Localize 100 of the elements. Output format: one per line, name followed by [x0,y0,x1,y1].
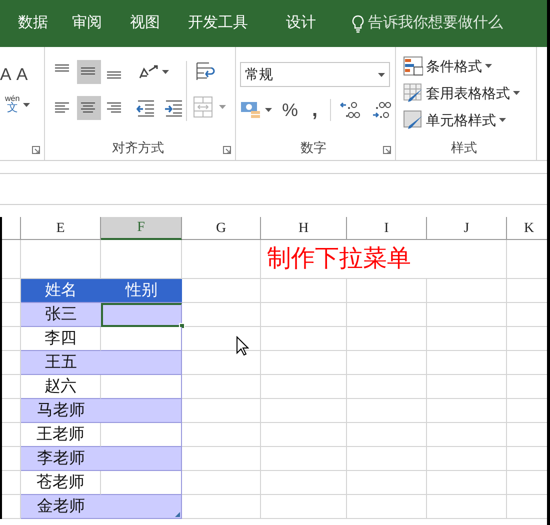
table-cell: 李四 [21,327,101,351]
table-cell[interactable] [101,495,182,519]
grid-cell[interactable] [427,447,507,471]
grid-cell[interactable] [347,447,427,471]
font-grow-button[interactable]: A [0,61,12,83]
grid-cell[interactable] [347,399,427,423]
style-menu-button[interactable]: 条件格式 [403,55,520,77]
table-cell[interactable] [101,447,182,471]
grid-cell[interactable] [182,399,261,423]
grid-brush-icon [403,110,423,130]
percent-button[interactable]: % [282,101,298,119]
merge-cells-icon [193,96,213,118]
column-header[interactable]: F [101,217,182,240]
table-cell[interactable] [101,399,182,423]
grid-cell[interactable] [261,495,347,519]
group-label: 样式 [450,138,478,156]
menu-tab[interactable]: 开发工具 [188,12,248,35]
table-cell[interactable] [101,351,182,375]
table-cell: 马老师 [21,399,101,423]
font-shrink-button[interactable]: A [16,61,28,83]
grid-cell[interactable] [347,495,427,519]
menu-tab[interactable]: 视图 [130,12,160,35]
grid-cell[interactable] [347,327,427,351]
grid-cell[interactable] [261,351,347,375]
table-cell[interactable] [101,423,182,447]
column-header[interactable]: E [21,217,101,240]
table-cell[interactable] [101,471,182,495]
middle-align-button[interactable] [77,60,101,84]
grid-brush-icon [403,83,423,103]
table-cell: 苍老师 [21,471,101,495]
caret-icon [513,91,520,95]
grid-cell[interactable] [427,399,507,423]
table-header-cell: 姓名 [21,279,101,303]
grid-cell[interactable] [261,279,347,303]
grid-cell[interactable] [182,375,261,399]
caret-icon [265,108,272,112]
resize-handle-icon[interactable] [175,512,180,517]
style-menu-button[interactable]: 单元格样式 [403,109,520,131]
grid-cell[interactable] [347,375,427,399]
grid-cell[interactable] [427,471,507,495]
grid-cell[interactable] [347,279,427,303]
tell-me-placeholder: 告诉我你想要做什么 [368,13,503,34]
table-cell[interactable] [101,375,182,399]
grid-cell[interactable] [182,495,261,519]
grid-cell[interactable] [427,423,507,447]
row-header-cell[interactable] [2,240,21,279]
menu-tab[interactable]: 审阅 [72,12,102,35]
column-header[interactable]: J [427,217,507,240]
grid-cell[interactable] [427,351,507,375]
grid-cell[interactable] [182,471,261,495]
style-menu-button[interactable]: 套用表格格式 [403,82,520,104]
grid-cell[interactable] [182,447,261,471]
increase-decimal-icon[interactable] [338,100,361,120]
column-header[interactable]: H [261,217,347,240]
column-header[interactable]: I [347,217,427,240]
table-cell[interactable] [101,303,182,327]
center-align-button[interactable] [77,96,101,120]
grid-cell[interactable] [261,327,347,351]
grid-cell[interactable] [427,303,507,327]
grid-cell[interactable] [261,447,347,471]
grid-cell[interactable] [347,303,427,327]
grid-cell[interactable] [182,423,261,447]
comma-button[interactable]: , [312,100,318,120]
caret-icon [162,70,169,74]
grid-cell[interactable] [261,423,347,447]
grid-cell[interactable] [347,423,427,447]
grid-cell[interactable] [182,279,261,303]
dialog-launcher-icon[interactable] [32,146,40,154]
menu-tab[interactable]: 设计 [286,12,316,35]
number-format-dropdown[interactable]: 常规 [240,62,390,87]
grid-cell[interactable] [427,327,507,351]
column-header[interactable]: G [182,217,261,240]
grid-cell[interactable] [182,240,261,279]
phonetic-text: wén [5,95,20,103]
dialog-launcher-icon[interactable] [383,146,391,154]
dialog-launcher-icon[interactable] [223,146,231,154]
grid-cell[interactable]: 制作下拉菜单 [261,240,507,279]
lightbulb-icon [352,14,364,32]
bar-grid-icon [403,56,423,76]
decrease-decimal-icon[interactable] [370,100,393,120]
phonetic-button[interactable]: wén 文 [5,95,44,114]
currency-button[interactable] [240,100,272,120]
grid-cell[interactable] [347,471,427,495]
table-cell: 王五 [21,351,101,375]
grid-cell[interactable] [261,375,347,399]
grid-cell[interactable] [427,279,507,303]
menu-tab[interactable]: 数据 [18,12,48,35]
tell-me-box[interactable]: 告诉我你想要做什么 [352,12,503,35]
merge-cells-button[interactable] [193,96,226,118]
table-cell: 金老师 [21,495,101,519]
grid-cell[interactable] [427,495,507,519]
grid-cell[interactable] [347,351,427,375]
grid-cell[interactable] [182,303,261,327]
table-cell[interactable] [101,327,182,351]
table-cell: 李老师 [21,447,101,471]
grid-cell[interactable] [261,471,347,495]
table-cell: 王老师 [21,423,101,447]
grid-cell[interactable] [261,303,347,327]
grid-cell[interactable] [427,375,507,399]
grid-cell[interactable] [261,399,347,423]
